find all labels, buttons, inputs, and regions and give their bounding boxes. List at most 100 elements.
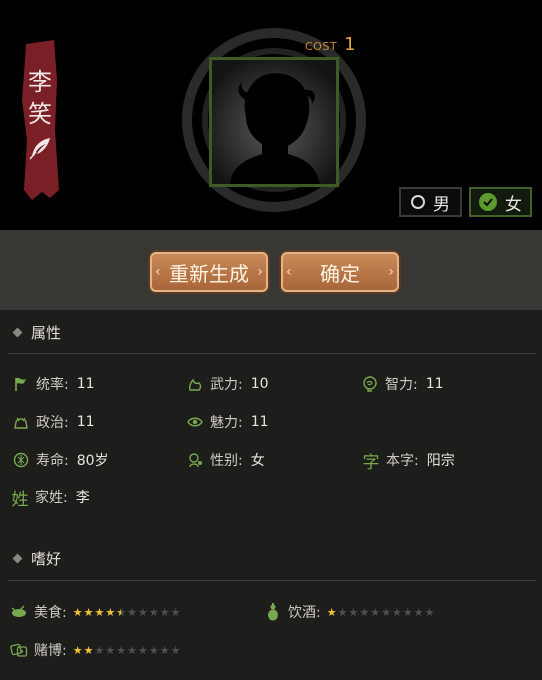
attr-lifespan-value: 80岁: [76, 453, 109, 469]
star-icon: ★: [105, 605, 116, 619]
food-icon: [10, 603, 28, 621]
courtesy-name-icon: 字: [362, 452, 380, 473]
cost-label: COST: [305, 40, 338, 53]
attr-command-value: 11: [76, 376, 95, 392]
star-icon: ★: [127, 643, 137, 657]
diamond-icon: [12, 327, 23, 338]
divider: [8, 580, 536, 581]
attr-gender: 性别: 女: [186, 450, 265, 470]
star-icon: ★: [359, 605, 370, 619]
hobbies-header: 嗜好: [12, 548, 62, 569]
hobby-gambling-rating: ★ ★ ★ ★ ★ ★ ★ ★ ★ ★: [73, 645, 181, 656]
hobby-wine: 饮酒: ★ ★ ★ ★ ★ ★ ★ ★ ★ ★: [264, 602, 434, 622]
star-icon: ★: [348, 605, 359, 619]
brain-head-icon: [361, 375, 379, 393]
star-icon: ★: [413, 605, 424, 619]
chevron-left-icon: ‹: [155, 264, 161, 280]
attr-command: 统率: 11: [12, 374, 95, 394]
star-icon: ★: [159, 605, 170, 619]
surname-icon: 姓: [11, 489, 29, 510]
star-icon: ★: [391, 605, 402, 619]
eye-icon: [186, 413, 204, 431]
hobbies-title: 嗜好: [31, 550, 62, 568]
star-icon: ★: [148, 643, 159, 657]
gender-female-button[interactable]: 女: [469, 187, 532, 217]
flag-icon: [12, 375, 30, 393]
hobby-wine-rating: ★ ★ ★ ★ ★ ★ ★ ★ ★ ★: [327, 607, 435, 618]
attributes-title: 属性: [31, 324, 62, 342]
hobby-food-label: 美食:: [34, 605, 67, 621]
action-bar: ‹ 重新生成 › ‹ 确定 ›: [0, 230, 542, 310]
attr-courtesy-label: 本字:: [386, 453, 419, 469]
attr-gender-value: 女: [250, 453, 265, 469]
star-icon: ★: [381, 605, 391, 619]
divider: [8, 353, 536, 354]
attr-gender-label: 性别:: [210, 453, 243, 469]
attr-force: 武力: 10: [186, 374, 269, 394]
attr-charm: 魅力: 11: [186, 412, 269, 432]
chevron-right-icon: ›: [257, 264, 263, 280]
attr-politics-value: 11: [76, 414, 95, 430]
star-icon: ★: [83, 643, 94, 657]
star-icon: ★: [94, 643, 105, 657]
attributes-header: 属性: [12, 322, 62, 343]
chevron-right-icon: ›: [388, 264, 394, 280]
confirm-label: 确定: [320, 261, 360, 286]
attr-charm-label: 魅力:: [210, 415, 243, 431]
name-banner: 李 笑: [20, 40, 60, 200]
attr-lifespan: 寿命: 80岁: [12, 450, 109, 470]
star-icon: ★: [94, 605, 105, 619]
fist-icon: [186, 375, 204, 393]
attr-charm-value: 11: [250, 414, 269, 430]
hat-icon: [12, 413, 30, 431]
hobby-food-rating: ★ ★ ★ ★ ★ ★ ★ ★ ★ ★: [73, 607, 181, 618]
check-circle-icon: [479, 193, 497, 211]
star-icon: ★: [116, 605, 127, 619]
gender-female-label: 女: [505, 194, 522, 215]
hobby-wine-label: 饮酒:: [288, 605, 321, 621]
gender-male-label: 男: [433, 194, 450, 215]
attr-surname-value: 李: [75, 490, 90, 506]
character-portrait[interactable]: [209, 57, 339, 187]
star-icon: ★: [72, 643, 83, 657]
star-icon: ★: [170, 605, 181, 619]
star-icon: ★: [116, 643, 127, 657]
attr-command-label: 统率:: [36, 377, 69, 393]
attr-lifespan-label: 寿命:: [36, 453, 69, 469]
dice-icon: [10, 641, 28, 659]
attr-courtesy-value: 阳宗: [426, 453, 455, 469]
hobby-gambling-label: 赌博:: [34, 643, 67, 659]
diamond-icon: [12, 553, 23, 564]
longevity-icon: [12, 451, 30, 469]
star-icon: ★: [83, 605, 94, 619]
attr-intellect-value: 11: [425, 376, 444, 392]
star-icon: ★: [137, 605, 148, 619]
character-name-char-2: 笑: [28, 100, 52, 128]
hobby-gambling: 赌博: ★ ★ ★ ★ ★ ★ ★ ★ ★ ★: [10, 640, 180, 660]
character-name-char-1: 李: [28, 68, 52, 96]
attr-politics: 政治: 11: [12, 412, 95, 432]
person-icon: [186, 451, 204, 469]
gender-male-button[interactable]: 男: [399, 187, 462, 217]
attr-surname: 姓 家姓: 李: [10, 487, 90, 510]
attr-politics-label: 政治:: [36, 415, 69, 431]
star-icon: ★: [170, 643, 181, 657]
regenerate-button[interactable]: ‹ 重新生成 ›: [150, 252, 268, 292]
star-icon: ★: [402, 605, 413, 619]
chevron-left-icon: ‹: [286, 264, 292, 280]
star-icon: ★: [159, 643, 170, 657]
quill-icon[interactable]: [28, 136, 52, 160]
star-icon: ★: [127, 605, 137, 619]
details-panel: 属性 统率: 11 武力: 10 智力: 11 政治: 11 魅力: 11 寿命…: [0, 310, 542, 680]
regenerate-label: 重新生成: [169, 261, 249, 286]
attr-surname-label: 家姓:: [35, 490, 68, 506]
attr-courtesy-name: 字 本字: 阳宗: [361, 450, 455, 473]
attr-force-value: 10: [250, 376, 269, 392]
confirm-button[interactable]: ‹ 确定 ›: [281, 252, 399, 292]
attr-force-label: 武力:: [210, 377, 243, 393]
star-icon: ★: [105, 643, 116, 657]
portrait-area: COST 1 李 笑 男 女: [0, 0, 542, 230]
silhouette-icon: [212, 60, 336, 184]
cost-value: 1: [344, 34, 356, 55]
star-icon: ★: [72, 605, 83, 619]
